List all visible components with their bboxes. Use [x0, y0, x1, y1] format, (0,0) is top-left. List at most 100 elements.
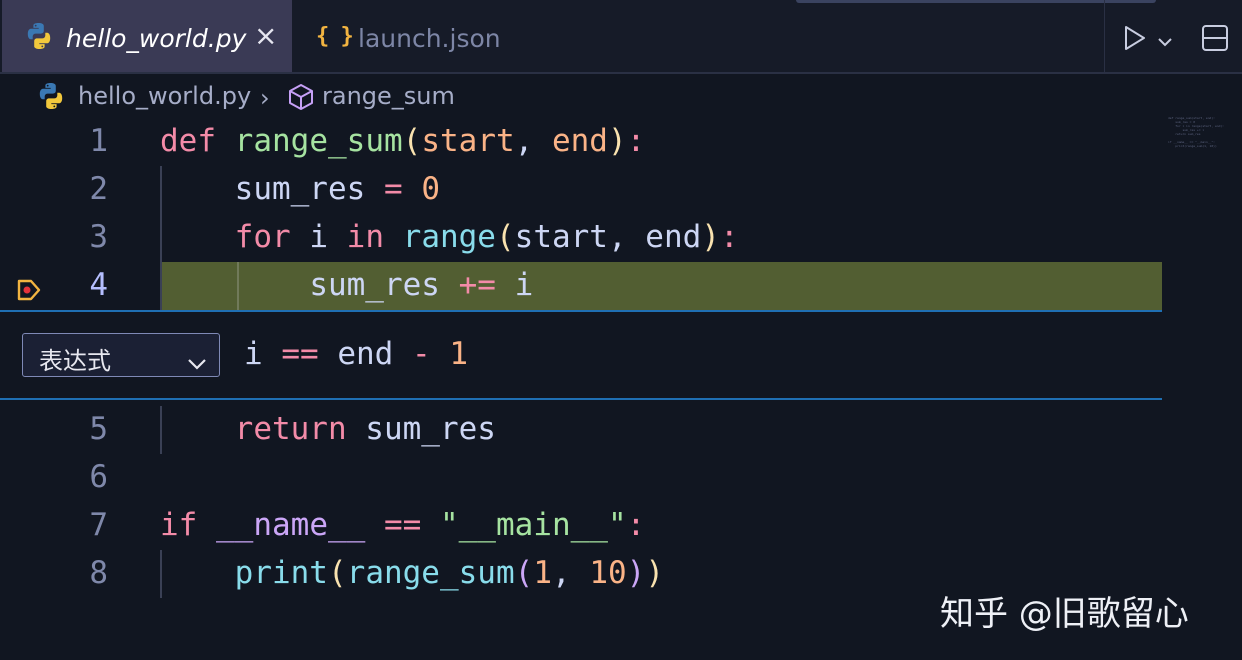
code-line-5: 5 return sum_res	[0, 406, 1162, 454]
code-token: (	[514, 555, 534, 591]
code-line-1: 1 def range_sum(start, end):	[0, 118, 1162, 166]
code-line-6: 6	[0, 454, 1162, 502]
condition-type-value: 表达式	[39, 347, 111, 375]
code-token: -	[411, 336, 431, 372]
editor-actions	[1104, 0, 1242, 72]
minimap[interactable]: def range_sum(start, end): sum_res = 0 f…	[1168, 116, 1224, 148]
python-icon	[36, 81, 66, 117]
code-token: ,	[551, 555, 590, 591]
line-number: 3	[89, 219, 108, 255]
tab-label: hello_world.py	[66, 24, 247, 53]
code-token: =	[383, 171, 403, 207]
code-token: start	[421, 123, 515, 159]
close-tab-button[interactable]: ×	[254, 22, 277, 50]
code-token: range_sum	[234, 123, 403, 159]
breakpoint-condition-widget: 表达式 i == end - 1	[0, 310, 1162, 400]
code-line-2: 2 sum_res = 0	[0, 166, 1162, 214]
code-text: sum_res = 0	[160, 171, 440, 207]
code-token: (	[495, 219, 515, 255]
code-text: for i in range(start, end):	[160, 219, 739, 255]
code-token: )	[626, 555, 646, 591]
code-token: sum_res	[346, 411, 496, 447]
condition-type-select[interactable]: 表达式	[22, 333, 220, 377]
chevron-down-icon[interactable]	[1157, 32, 1173, 51]
code-token: 10	[589, 555, 627, 591]
code-token: :	[626, 507, 646, 543]
code-line-3: 3 for i in range(start, end):	[0, 214, 1162, 262]
code-token: i	[290, 219, 347, 255]
indent-guide	[160, 166, 162, 310]
code-token: (	[402, 123, 422, 159]
code-token: :	[626, 123, 646, 159]
watermark: 知乎 @旧歌留心	[940, 594, 1189, 634]
line-number: 4	[89, 267, 108, 303]
code-token: sum_res	[309, 267, 440, 303]
code-token: end	[318, 336, 412, 372]
indent-guide	[160, 550, 162, 598]
code-token: for	[234, 219, 291, 255]
tab-hello-world[interactable]: hello_world.py ×	[2, 0, 292, 72]
line-number: 7	[89, 507, 108, 543]
code-text: sum_res += i	[160, 267, 533, 303]
code-text: return sum_res	[160, 411, 496, 447]
line-number: 1	[89, 123, 108, 159]
line-number: 5	[89, 411, 108, 447]
code-line-4: 4 sum_res += i	[0, 262, 1162, 310]
tab-launch-json[interactable]: { } launch.json	[292, 0, 532, 72]
code-token: :	[719, 219, 739, 255]
line-number: 6	[89, 459, 108, 495]
code-line-7: 7 if __name__ == "__main__":	[0, 502, 1162, 550]
indent-guide	[237, 262, 239, 310]
breadcrumb: hello_world.py › range_sum	[0, 74, 1242, 118]
code-token: in	[346, 219, 384, 255]
json-braces-icon: { }	[316, 24, 354, 49]
code-token: print	[234, 555, 328, 591]
run-icon[interactable]	[1123, 25, 1147, 55]
breadcrumb-symbol[interactable]: range_sum	[322, 82, 455, 110]
code-token: "__main__"	[439, 507, 627, 543]
code-token: def	[160, 123, 216, 159]
code-token: ,	[514, 123, 552, 159]
editor-tab-bar: hello_world.py × { } launch.json	[0, 0, 1242, 74]
code-token: __name__	[216, 507, 366, 543]
code-token: return	[234, 411, 347, 447]
chevron-right-icon: ›	[260, 84, 270, 112]
code-token: start, end	[514, 219, 702, 255]
conditional-breakpoint-icon[interactable]	[16, 274, 42, 310]
code-token: 1	[449, 336, 468, 372]
code-token: end	[551, 123, 608, 159]
code-token: ==	[281, 336, 319, 372]
line-number: 2	[89, 171, 108, 207]
code-token: ==	[383, 507, 422, 543]
code-token: )	[701, 219, 720, 255]
code-token: 0	[421, 171, 440, 207]
indent-guide	[160, 406, 162, 454]
code-text: if __name__ == "__main__":	[160, 507, 645, 543]
code-token: i	[495, 267, 534, 303]
code-token: )	[645, 555, 664, 591]
code-token: range_sum	[346, 555, 515, 591]
code-token: (	[327, 555, 347, 591]
python-icon	[24, 21, 54, 57]
code-token: )	[607, 123, 627, 159]
breadcrumb-file[interactable]: hello_world.py	[78, 82, 251, 110]
condition-expression-input[interactable]: i == end - 1	[244, 336, 468, 372]
code-text: print(range_sum(1, 10))	[160, 555, 664, 591]
tab-label: launch.json	[358, 24, 501, 53]
chevron-down-icon	[187, 348, 207, 376]
line-number: 8	[89, 555, 108, 591]
code-token: range	[402, 219, 496, 255]
split-editor-icon[interactable]	[1201, 24, 1229, 56]
